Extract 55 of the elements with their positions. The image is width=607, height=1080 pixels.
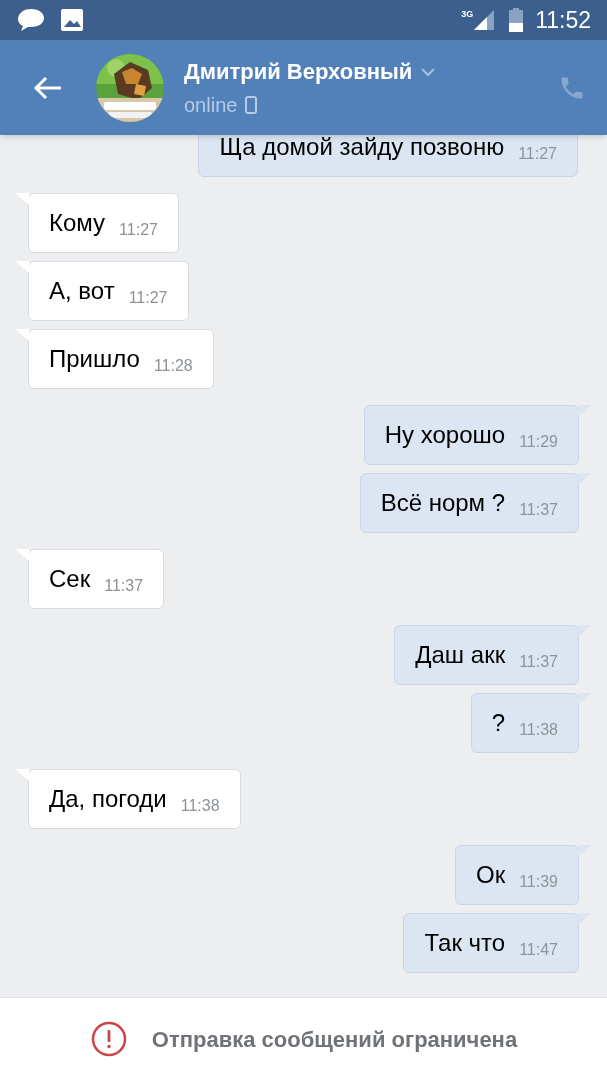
message-time: 11:37 (519, 500, 558, 520)
message-text: Ща домой зайду позвоню (219, 135, 505, 162)
message-time: 11:38 (519, 720, 558, 740)
phone-icon (245, 96, 258, 114)
message-text: Ну хорошо (384, 420, 506, 450)
incoming-message[interactable]: Сек 11:37 (28, 549, 165, 609)
message-time: 11:29 (519, 432, 558, 452)
chat-bubble-icon (16, 7, 46, 33)
outgoing-message[interactable]: Так что 11:47 (403, 913, 579, 973)
message-time: 11:27 (518, 144, 557, 164)
bubble-tail (578, 625, 592, 637)
outgoing-message[interactable]: Ну хорошо 11:29 (363, 405, 579, 465)
status-time: 11:52 (535, 5, 591, 35)
outgoing-message[interactable]: Даш акк 11:37 (394, 625, 579, 685)
incoming-message[interactable]: Да, погоди 11:38 (28, 769, 241, 829)
online-status: online (184, 93, 238, 118)
message-text: Да, погоди (49, 784, 167, 814)
bubble-tail (578, 845, 592, 857)
message-text: Ок (475, 860, 506, 890)
message-time: 11:37 (104, 576, 144, 596)
message-text: Пришло (49, 344, 140, 374)
warning-icon (89, 1020, 128, 1058)
message-time: 11:37 (519, 652, 558, 672)
message-time: 11:47 (519, 940, 558, 960)
bubble-tail (578, 405, 592, 417)
bubble-tail (578, 913, 592, 925)
network-type: 3G (461, 8, 474, 21)
message-time: 11:28 (153, 356, 193, 376)
message-text: Всё норм ? (380, 488, 506, 518)
message-time: 11:38 (180, 796, 220, 816)
bubble-tail (578, 473, 592, 485)
outgoing-message[interactable]: Всё норм ? 11:37 (359, 473, 579, 533)
outgoing-message[interactable]: ? 11:38 (470, 693, 579, 753)
message-time: 11:27 (119, 220, 158, 240)
message-text: Кому (49, 208, 106, 238)
contact-name[interactable]: Дмитрий Верховный (184, 55, 413, 88)
bubble-tail (578, 693, 592, 705)
message-text: Так что (424, 928, 506, 958)
outgoing-message[interactable]: Ок 11:39 (454, 845, 579, 905)
message-time: 11:39 (519, 872, 558, 892)
message-text: А, вот (49, 276, 115, 306)
outgoing-message[interactable]: Ща домой зайду позвоню 11:27 (198, 135, 578, 177)
incoming-message[interactable]: Кому 11:27 (28, 193, 179, 253)
restriction-notice: Отправка сообщений ограничена (151, 1025, 518, 1054)
image-icon (60, 8, 84, 32)
message-text: ? (491, 708, 506, 738)
signal-icon (473, 9, 496, 31)
chevron-down-icon[interactable] (420, 66, 437, 77)
message-text: Даш акк (415, 640, 506, 670)
back-arrow-icon (33, 75, 63, 100)
message-text: Сек (49, 564, 91, 594)
incoming-message[interactable]: Пришло 11:28 (28, 329, 214, 389)
message-time: 11:27 (128, 288, 168, 308)
incoming-message[interactable]: А, вот 11:27 (28, 261, 189, 321)
battery-icon (509, 8, 524, 32)
